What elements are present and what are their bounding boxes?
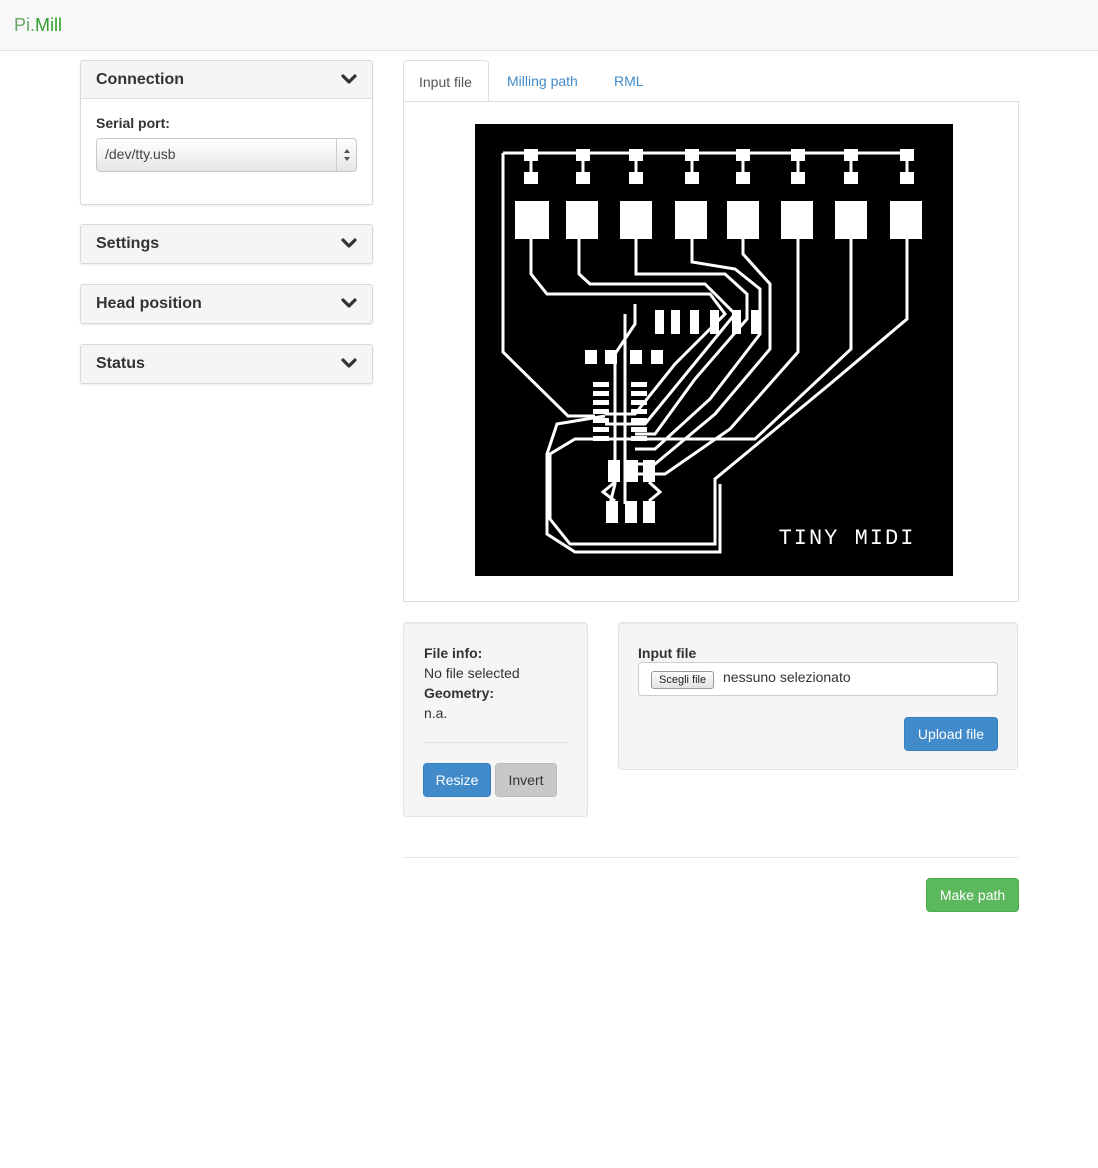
file-info-label: File info:: [424, 645, 483, 661]
geometry-value: n.a.: [424, 705, 448, 721]
brand-prefix: Pi.: [14, 15, 36, 35]
make-path-button[interactable]: Make path: [926, 878, 1019, 912]
settings-panel: Settings: [80, 224, 373, 264]
main-tabs: Input file Milling path RML: [403, 60, 1019, 102]
status-panel: Status: [80, 344, 373, 384]
brand-suffix: Mill: [35, 15, 63, 35]
chevron-down-icon: [341, 74, 357, 84]
settings-panel-header[interactable]: Settings: [81, 225, 372, 263]
connection-panel: Connection Serial port: /dev/tty.usb: [80, 60, 373, 205]
head-position-title: Head position: [96, 295, 202, 312]
tab-rml[interactable]: RML: [599, 60, 659, 102]
upload-file-button[interactable]: Upload file: [904, 717, 998, 751]
chevron-down-icon: [341, 358, 357, 368]
tab-milling-path[interactable]: Milling path: [492, 60, 593, 102]
resize-button[interactable]: Resize: [423, 763, 491, 797]
file-status-text: nessuno selezionato: [723, 669, 851, 685]
input-file-label: Input file: [638, 645, 697, 661]
chevron-down-icon: [341, 298, 357, 308]
navbar: Pi.Mill: [0, 0, 1098, 51]
head-position-panel: Head position: [80, 284, 373, 324]
serial-port-select[interactable]: /dev/tty.usb: [96, 138, 357, 172]
tab-input-file[interactable]: Input file: [403, 60, 489, 102]
serial-port-label: Serial port:: [96, 115, 170, 131]
input-file-tab-content: TINY MIDI: [403, 101, 1019, 602]
chevron-down-icon: [341, 238, 357, 248]
choose-file-button[interactable]: Scegli file: [651, 671, 715, 689]
section-divider: [403, 857, 1019, 858]
upload-well: Input file Scegli file nessuno seleziona…: [618, 622, 1018, 770]
status-title: Status: [96, 355, 145, 372]
divider: [423, 742, 568, 743]
geometry-label: Geometry:: [424, 685, 495, 701]
serial-port-value: /dev/tty.usb: [105, 146, 176, 162]
file-info-well: File info: No file selected Geometry: n.…: [403, 622, 588, 817]
pcb-label-text: TINY MIDI: [779, 526, 916, 551]
brand-logo[interactable]: Pi.Mill: [14, 15, 62, 36]
invert-button[interactable]: Invert: [495, 763, 557, 797]
status-panel-header[interactable]: Status: [81, 345, 372, 383]
connection-panel-body: Serial port: /dev/tty.usb: [81, 99, 372, 188]
connection-title: Connection: [96, 71, 184, 88]
select-arrows-icon: [336, 139, 356, 171]
connection-panel-header[interactable]: Connection: [81, 61, 372, 99]
file-info-value: No file selected: [424, 665, 520, 681]
head-position-panel-header[interactable]: Head position: [81, 285, 372, 323]
file-input[interactable]: Scegli file nessuno selezionato: [638, 662, 998, 696]
settings-title: Settings: [96, 235, 160, 252]
pcb-preview-image: TINY MIDI: [475, 124, 953, 576]
